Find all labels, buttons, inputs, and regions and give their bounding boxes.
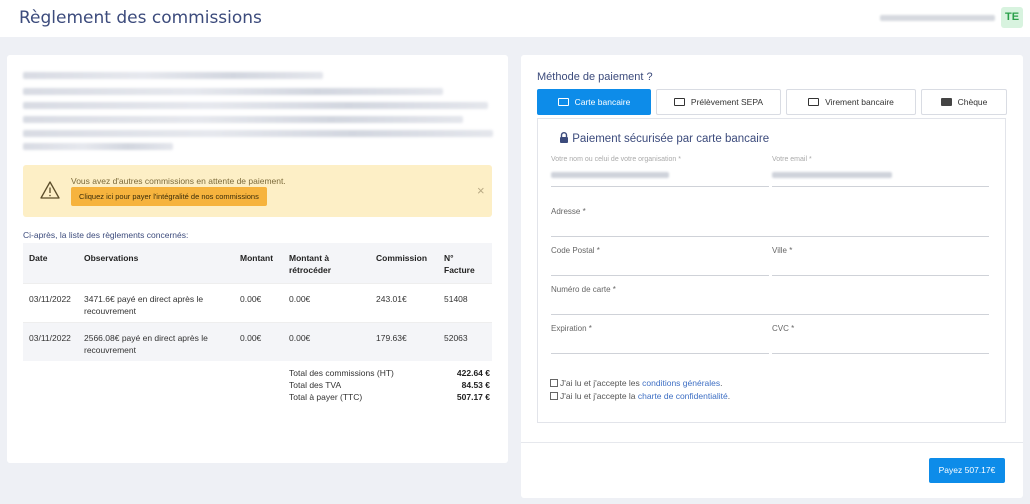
expiration-field-label: Expiration * xyxy=(551,324,592,333)
redacted-text xyxy=(23,72,323,79)
cell-montant-retroceder: 0.00€ xyxy=(289,294,311,304)
cell-date: 03/11/2022 xyxy=(29,294,71,304)
email-field-value-redacted xyxy=(772,172,892,178)
tab-label: Carte bancaire xyxy=(574,97,631,107)
email-field[interactable]: Votre email * xyxy=(772,156,989,187)
total-ttc-label: Total à payer (TTC) xyxy=(289,392,363,402)
pending-commissions-alert: Vous avez d'autres commissions en attent… xyxy=(23,165,492,217)
close-icon[interactable]: × xyxy=(477,183,485,198)
terms-checkbox[interactable] xyxy=(550,378,558,387)
column-header-observations: Observations xyxy=(84,253,139,263)
name-field-label: Votre nom ou celui de votre organisation… xyxy=(551,156,681,163)
totals-block: Total des commissions (HT) 422.64 € Tota… xyxy=(289,368,492,404)
tab-label: Prélèvement SEPA xyxy=(690,97,764,107)
table-row: 03/11/2022 3471.6€ payé en direct après … xyxy=(23,283,492,322)
address-field-label: Adresse * xyxy=(551,207,586,216)
cell-observations: 3471.6€ payé en direct après le recouvre… xyxy=(84,294,204,316)
card-number-field-label: Numéro de carte * xyxy=(551,285,616,294)
payment-card: Méthode de paiement ? Carte bancaire Pré… xyxy=(521,55,1023,498)
total-tva-value: 84.53 € xyxy=(461,380,490,390)
column-header-facture: N° Facture xyxy=(444,253,475,275)
redacted-text xyxy=(23,130,493,137)
column-header-date: Date xyxy=(29,253,48,263)
terms-text: J'ai lu et j'accepte les xyxy=(560,378,643,388)
privacy-link[interactable]: charte de confidentialité xyxy=(638,391,728,401)
cell-montant: 0.00€ xyxy=(240,294,262,304)
redacted-text xyxy=(23,116,463,123)
tab-label: Virement bancaire xyxy=(825,97,894,107)
redacted-text xyxy=(23,88,443,95)
tab-cheque[interactable]: Chèque xyxy=(921,89,1007,115)
privacy-checkbox[interactable] xyxy=(550,391,558,400)
check-icon xyxy=(940,97,952,106)
privacy-suffix: . xyxy=(727,391,731,401)
cell-facture: 52063 xyxy=(444,333,468,343)
privacy-text: J'ai lu et j'accepte la xyxy=(560,391,638,401)
table-header: Date Observations Montant Montant à rétr… xyxy=(23,243,492,283)
cvc-field[interactable]: CVC * xyxy=(772,324,989,354)
lock-icon xyxy=(560,132,568,143)
divider xyxy=(521,442,1023,443)
postal-code-field[interactable]: Code Postal * xyxy=(551,246,769,276)
terms-checkbox-row: J'ai lu et j'accepte les conditions géné… xyxy=(550,378,723,388)
warning-icon xyxy=(40,181,60,199)
cell-montant: 0.00€ xyxy=(240,333,262,343)
card-payment-form: Paiement sécurisée par carte bancaire Vo… xyxy=(537,118,1006,423)
column-header-montant: Montant xyxy=(240,253,274,263)
tab-label: Chèque xyxy=(957,97,988,107)
terms-suffix: . xyxy=(720,378,723,388)
list-title: Ci-après, la liste des règlements concer… xyxy=(23,230,189,240)
name-field-value-redacted xyxy=(551,172,669,178)
table-row: 03/11/2022 2566.08€ payé en direct après… xyxy=(23,322,492,361)
avatar[interactable]: TE xyxy=(1001,7,1023,28)
payments-table: Date Observations Montant Montant à rétr… xyxy=(23,243,492,361)
terms-link[interactable]: conditions générales xyxy=(642,378,720,388)
pay-all-commissions-button[interactable]: Cliquez ici pour payer l'intégralité de … xyxy=(71,187,267,206)
cell-date: 03/11/2022 xyxy=(29,333,71,343)
credit-card-icon xyxy=(557,97,569,106)
cvc-field-label: CVC * xyxy=(772,324,795,333)
total-tva-label: Total des TVA xyxy=(289,380,342,390)
cell-facture: 51408 xyxy=(444,294,468,304)
expiration-field[interactable]: Expiration * xyxy=(551,324,769,354)
cell-commission: 179.63€ xyxy=(376,333,407,343)
tab-carte-bancaire[interactable]: Carte bancaire xyxy=(537,89,651,115)
name-field[interactable]: Votre nom ou celui de votre organisation… xyxy=(551,156,769,187)
city-field-label: Ville * xyxy=(772,246,793,255)
address-field[interactable]: Adresse * xyxy=(551,207,989,237)
cell-observations: 2566.08€ payé en direct après le recouvr… xyxy=(84,333,208,355)
total-ttc-value: 507.17 € xyxy=(456,392,490,402)
total-tva-line: Total des TVA 84.53 € xyxy=(289,380,492,392)
top-bar: Règlement des commissions TE xyxy=(0,0,1030,37)
column-header-montant-retroceder: Montant à rétrocéder xyxy=(289,253,332,275)
privacy-checkbox-row: J'ai lu et j'accepte la charte de confid… xyxy=(550,391,730,401)
total-ht-label: Total des commissions (HT) xyxy=(289,368,394,378)
postal-code-field-label: Code Postal * xyxy=(551,246,600,255)
commissions-card: Vous avez d'autres commissions en attent… xyxy=(7,55,508,463)
redacted-text xyxy=(23,143,173,150)
total-ttc-line: Total à payer (TTC) 507.17 € xyxy=(289,392,492,404)
cell-montant-retroceder: 0.00€ xyxy=(289,333,311,343)
secure-payment-title: Paiement sécurisée par carte bancaire xyxy=(559,132,769,145)
page-title: Règlement des commissions xyxy=(19,8,262,28)
email-field-label: Votre email * xyxy=(772,156,812,163)
card-number-field[interactable]: Numéro de carte * xyxy=(551,285,989,315)
total-ht-value: 422.64 € xyxy=(456,368,490,378)
user-name-blurred[interactable] xyxy=(880,15,995,21)
redacted-text xyxy=(23,102,488,109)
city-field[interactable]: Ville * xyxy=(772,246,989,276)
total-ht-line: Total des commissions (HT) 422.64 € xyxy=(289,368,492,380)
cell-commission: 243.01€ xyxy=(376,294,407,304)
tab-virement-bancaire[interactable]: Virement bancaire xyxy=(786,89,916,115)
pay-button[interactable]: Payez 507.17€ xyxy=(929,458,1005,483)
secure-payment-title-text: Paiement sécurisée par carte bancaire xyxy=(572,133,770,145)
payment-method-title: Méthode de paiement ? xyxy=(537,71,653,83)
alert-message: Vous avez d'autres commissions en attent… xyxy=(71,176,286,186)
tab-prelevement-sepa[interactable]: Prélèvement SEPA xyxy=(656,89,781,115)
money-bill-icon xyxy=(808,97,820,106)
column-header-commission: Commission xyxy=(376,253,428,263)
id-card-icon xyxy=(673,97,685,106)
